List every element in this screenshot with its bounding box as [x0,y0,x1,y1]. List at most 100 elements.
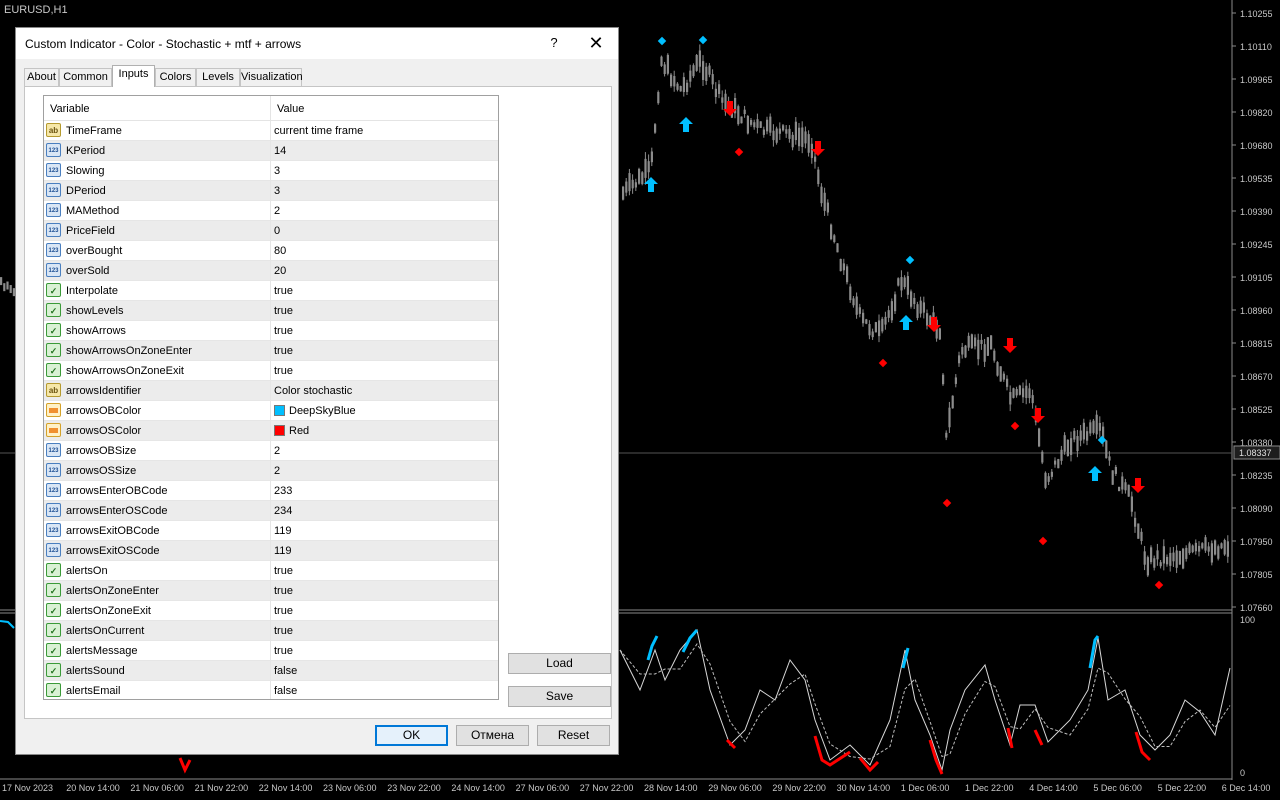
param-value[interactable]: true [274,365,293,377]
param-value[interactable]: 20 [274,265,286,277]
param-row-arrowsenteroscode[interactable]: 123 arrowsEnterOSCode 234 [44,501,498,521]
candle-body [1191,545,1194,553]
ok-button[interactable]: OK [375,725,448,746]
param-value[interactable]: true [274,565,293,577]
param-value[interactable]: 2 [274,205,280,217]
param-row-overbought[interactable]: 123 overBought 80 [44,241,498,261]
param-value[interactable]: 119 [274,525,292,537]
param-value[interactable]: 234 [274,505,292,517]
tab-colors[interactable]: Colors [155,68,196,86]
param-row-timeframe[interactable]: ab TimeFrame current time frame [44,121,498,141]
help-icon[interactable]: ? [544,33,564,53]
tab-visualization[interactable]: Visualization [240,68,303,86]
candle-body [1060,449,1063,461]
param-row-alertsemail[interactable]: ✓ alertsEmail false [44,681,498,699]
param-name: alertsMessage [66,645,138,657]
integer-type-icon: 123 [46,223,61,237]
time-tick-label: 5 Dec 22:00 [1158,783,1207,793]
param-value[interactable]: 2 [274,445,280,457]
param-row-arrowsidentifier[interactable]: ab arrowsIdentifier Color stochastic [44,381,498,401]
column-divider [270,401,271,421]
column-header-variable[interactable]: Variable [50,103,90,115]
param-row-arrowsoscolor[interactable]: arrowsOSColor Red [44,421,498,441]
param-value[interactable]: true [274,305,293,317]
param-value[interactable]: true [274,625,293,637]
param-row-alertssound[interactable]: ✓ alertsSound false [44,661,498,681]
tab-inputs[interactable]: Inputs [112,65,155,87]
param-value[interactable]: true [274,285,293,297]
param-row-pricefield[interactable]: 123 PriceField 0 [44,221,498,241]
param-value[interactable]: 119 [274,545,292,557]
save-button[interactable]: Save [508,686,611,707]
candle-body [1038,428,1041,447]
param-row-kperiod[interactable]: 123 KPeriod 14 [44,141,498,161]
param-row-showarrowsonzoneexit[interactable]: ✓ showArrowsOnZoneExit true [44,361,498,381]
param-row-alertsonzoneexit[interactable]: ✓ alertsOnZoneExit true [44,601,498,621]
param-row-oversold[interactable]: 123 overSold 20 [44,261,498,281]
param-value[interactable]: 2 [274,465,280,477]
param-row-arrowsossize[interactable]: 123 arrowsOSSize 2 [44,461,498,481]
tab-levels[interactable]: Levels [196,68,240,86]
candle-body [766,119,769,132]
param-value[interactable]: true [274,325,293,337]
integer-type-icon: 123 [46,443,61,457]
param-value[interactable]: true [274,605,293,617]
param-row-showlevels[interactable]: ✓ showLevels true [44,301,498,321]
param-value[interactable]: 3 [274,185,280,197]
load-button[interactable]: Load [508,653,611,674]
price-tick-label: 1.10255 [1240,9,1273,19]
dialog-titlebar[interactable]: Custom Indicator - Color - Stochastic + … [16,28,618,59]
cancel-button[interactable]: Отмена [456,725,529,746]
param-value[interactable]: false [274,685,297,697]
param-value[interactable]: Red [274,425,309,437]
param-row-alertson[interactable]: ✓ alertsOn true [44,561,498,581]
param-value[interactable]: true [274,645,293,657]
param-value[interactable]: current time frame [274,125,363,137]
candle-body [702,61,705,80]
candle-body [964,345,967,358]
candle-body [884,316,887,325]
param-row-mamethod[interactable]: 123 MAMethod 2 [44,201,498,221]
param-value[interactable]: false [274,665,297,677]
price-tick-label: 1.08525 [1240,405,1273,415]
param-value[interactable]: 3 [274,165,280,177]
parameters-grid[interactable]: Variable Value ab TimeFrame current time f… [43,95,499,700]
param-row-showarrows[interactable]: ✓ showArrows true [44,321,498,341]
param-value[interactable]: 233 [274,485,292,497]
param-row-interpolate[interactable]: ✓ Interpolate true [44,281,498,301]
close-icon[interactable]: ✕ [584,32,608,54]
param-value[interactable]: 0 [274,225,280,237]
param-value[interactable]: Color stochastic [274,385,352,397]
param-value-text: 233 [274,485,293,497]
param-value-text: 0 [274,225,281,237]
param-row-slowing[interactable]: 123 Slowing 3 [44,161,498,181]
param-row-alertsonzoneenter[interactable]: ✓ alertsOnZoneEnter true [44,581,498,601]
param-value[interactable]: 14 [274,145,286,157]
color-swatch [274,405,285,416]
param-row-arrowsobcolor[interactable]: arrowsOBColor DeepSkyBlue [44,401,498,421]
param-row-arrowsexitobcode[interactable]: 123 arrowsExitOBCode 119 [44,521,498,541]
param-value[interactable]: true [274,585,293,597]
param-value[interactable]: 80 [274,245,286,257]
param-row-alertsmessage[interactable]: ✓ alertsMessage true [44,641,498,661]
param-row-arrowsobsize[interactable]: 123 arrowsOBSize 2 [44,441,498,461]
candle-body [1207,546,1210,552]
param-value[interactable]: true [274,345,293,357]
tab-common[interactable]: Common [59,68,112,86]
exit-marker-icon [657,36,667,46]
candle-body [858,307,861,314]
column-divider [270,621,271,641]
param-row-showarrowsonzoneenter[interactable]: ✓ showArrowsOnZoneEnter true [44,341,498,361]
candle-body [762,129,765,135]
reset-button[interactable]: Reset [537,725,610,746]
param-row-arrowsexitoscode[interactable]: 123 arrowsExitOSCode 119 [44,541,498,561]
param-row-alertsoncurrent[interactable]: ✓ alertsOnCurrent true [44,621,498,641]
param-row-dperiod[interactable]: 123 DPeriod 3 [44,181,498,201]
price-tick-label: 1.07805 [1240,570,1273,580]
param-row-arrowsenterobcode[interactable]: 123 arrowsEnterOBCode 233 [44,481,498,501]
param-value[interactable]: DeepSkyBlue [274,405,356,417]
column-divider [270,641,271,661]
tab-about[interactable]: About [24,68,59,86]
column-header-value[interactable]: Value [277,103,304,115]
candle-body [1226,541,1229,557]
